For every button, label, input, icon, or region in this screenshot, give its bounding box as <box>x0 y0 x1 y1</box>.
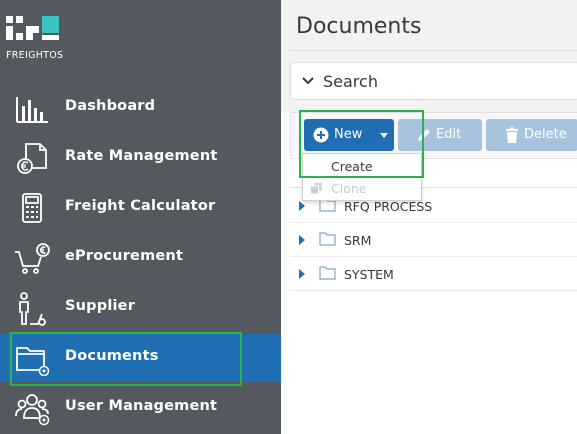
delete-button-label: Delete <box>524 127 567 142</box>
sidebar-item-label: User Management <box>65 398 218 414</box>
logo-text: FREIGHTOS <box>6 50 64 61</box>
sidebar-item-label: Supplier <box>65 298 136 314</box>
sidebar: FREIGHTOS Dashboard Rate Management Frei… <box>0 0 281 434</box>
calculator-icon <box>22 193 42 223</box>
bar-chart-icon <box>16 97 48 123</box>
tree-row[interactable]: SYSTEM <box>290 257 577 291</box>
search-panel-label: Search <box>323 72 378 91</box>
chevron-down-icon <box>302 77 314 85</box>
rate-document-euro-icon <box>17 143 47 174</box>
tree-item-label: SRM <box>344 233 372 248</box>
sidebar-item-label: Rate Management <box>65 148 218 164</box>
new-dropdown-menu: Create Clone <box>302 153 422 201</box>
clone-menu-label: Clone <box>331 181 367 196</box>
sidebar-item-label: Freight Calculator <box>65 198 216 214</box>
sidebar-item-freight-calculator[interactable]: Freight Calculator <box>0 184 281 232</box>
tree-row[interactable]: SRM <box>290 223 577 257</box>
page-title: Documents <box>296 14 422 39</box>
folder-gear-icon <box>16 347 50 376</box>
clone-menu-item[interactable]: Clone <box>303 178 421 200</box>
title-divider <box>289 50 577 51</box>
folder-icon <box>319 266 336 280</box>
clone-icon <box>310 182 322 195</box>
create-menu-item[interactable]: Create <box>303 156 421 178</box>
sidebar-item-dashboard[interactable]: Dashboard <box>0 84 281 132</box>
sidebar-item-supplier[interactable]: Supplier <box>0 284 281 332</box>
edit-button-label: Edit <box>436 127 462 142</box>
sidebar-item-label: eProcurement <box>65 248 184 264</box>
logo-mark-icon <box>6 16 59 40</box>
create-menu-label: Create <box>331 159 373 174</box>
main-content: Documents Search New Edit Delete RFQ PRO… <box>281 0 577 434</box>
sidebar-item-user-management[interactable]: User Management <box>0 384 281 432</box>
toolbar: New Edit Delete <box>290 112 577 157</box>
tree-item-label: SYSTEM <box>344 267 394 282</box>
sidebar-item-documents[interactable]: Documents <box>0 334 281 382</box>
cart-euro-icon <box>15 243 50 274</box>
new-button-label: New <box>334 127 363 142</box>
users-gear-icon <box>15 394 50 426</box>
new-button[interactable]: New <box>304 119 394 151</box>
edit-button[interactable]: Edit <box>398 119 482 151</box>
plus-circle-icon <box>313 127 329 143</box>
delete-button[interactable]: Delete <box>486 119 577 151</box>
expand-arrow-icon[interactable] <box>299 269 305 279</box>
sidebar-item-label: Documents <box>65 348 159 364</box>
tree-item-label: RFQ PROCESS <box>344 199 433 214</box>
search-panel-toggle[interactable]: Search <box>290 62 577 100</box>
folder-icon <box>319 232 336 246</box>
person-wheelchair-icon <box>19 292 46 326</box>
sidebar-item-eprocurement[interactable]: eProcurement <box>0 234 281 282</box>
sidebar-item-rate-management[interactable]: Rate Management <box>0 134 281 182</box>
freightos-logo[interactable]: FREIGHTOS <box>6 14 66 64</box>
expand-arrow-icon[interactable] <box>299 235 305 245</box>
sidebar-item-label: Dashboard <box>65 98 156 114</box>
trash-icon <box>506 127 518 143</box>
expand-arrow-icon[interactable] <box>299 201 305 211</box>
pencil-icon <box>418 129 430 141</box>
caret-down-icon <box>380 133 388 138</box>
